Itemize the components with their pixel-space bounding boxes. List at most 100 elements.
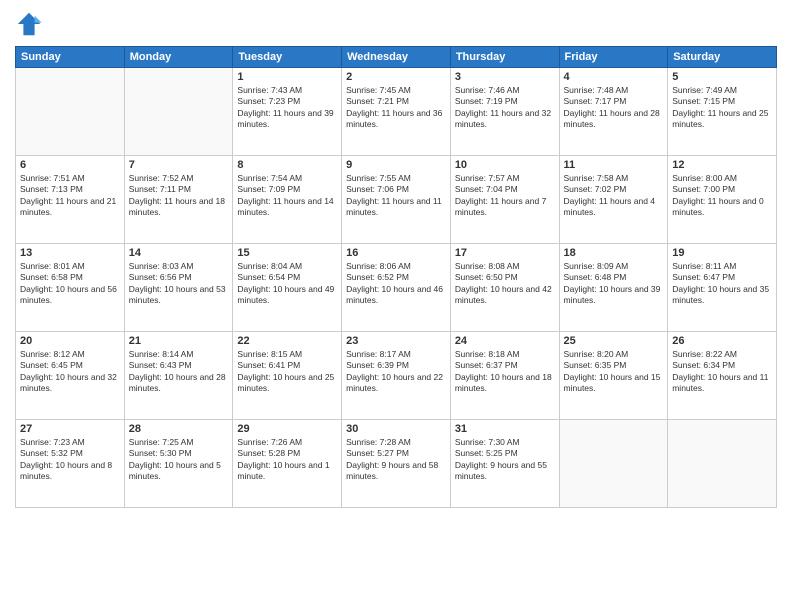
day-info: Sunrise: 7:26 AM Sunset: 5:28 PM Dayligh… [237, 437, 337, 483]
day-info: Sunrise: 8:06 AM Sunset: 6:52 PM Dayligh… [346, 261, 446, 307]
calendar-cell: 16 Sunrise: 8:06 AM Sunset: 6:52 PM Dayli… [342, 244, 451, 332]
calendar-week-row: 1 Sunrise: 7:43 AM Sunset: 7:23 PM Daylig… [16, 68, 777, 156]
day-number: 9 [346, 159, 446, 171]
day-number: 12 [672, 159, 772, 171]
calendar-cell: 20Sunrise: 8:12 AM Sunset: 6:45 PM Dayli… [16, 332, 125, 420]
day-number: 5 [672, 71, 772, 83]
calendar-day-header: Saturday [668, 47, 777, 68]
calendar-cell: 17 Sunrise: 8:08 AM Sunset: 6:50 PM Dayli… [450, 244, 559, 332]
day-number: 26 [672, 335, 772, 347]
calendar-day-header: Monday [124, 47, 233, 68]
day-info: Sunrise: 8:22 AM Sunset: 6:34 PM Dayligh… [672, 349, 772, 395]
calendar-cell: 30Sunrise: 7:28 AM Sunset: 5:27 PM Dayli… [342, 420, 451, 508]
calendar-cell: 27Sunrise: 7:23 AM Sunset: 5:32 PM Dayli… [16, 420, 125, 508]
day-number: 8 [237, 159, 337, 171]
calendar-cell: 8 Sunrise: 7:54 AM Sunset: 7:09 PM Daylig… [233, 156, 342, 244]
calendar-day-header: Sunday [16, 47, 125, 68]
day-info: Sunrise: 8:15 AM Sunset: 6:41 PM Dayligh… [237, 349, 337, 395]
day-number: 2 [346, 71, 446, 83]
calendar-cell: 3 Sunrise: 7:46 AM Sunset: 7:19 PM Daylig… [450, 68, 559, 156]
header [15, 10, 777, 38]
day-number: 16 [346, 247, 446, 259]
day-number: 21 [129, 335, 229, 347]
calendar-cell: 6 Sunrise: 7:51 AM Sunset: 7:13 PM Daylig… [16, 156, 125, 244]
calendar-cell [16, 68, 125, 156]
calendar-cell: 22Sunrise: 8:15 AM Sunset: 6:41 PM Dayli… [233, 332, 342, 420]
calendar-cell: 14 Sunrise: 8:03 AM Sunset: 6:56 PM Dayli… [124, 244, 233, 332]
day-number: 25 [564, 335, 664, 347]
day-info: Sunrise: 7:51 AM Sunset: 7:13 PM Dayligh… [20, 173, 120, 219]
day-number: 6 [20, 159, 120, 171]
calendar-cell: 24 Sunrise: 8:18 AM Sunset: 6:37 PM Dayli… [450, 332, 559, 420]
day-info: Sunrise: 8:04 AM Sunset: 6:54 PM Dayligh… [237, 261, 337, 307]
calendar-cell: 2 Sunrise: 7:45 AM Sunset: 7:21 PM Daylig… [342, 68, 451, 156]
day-info: Sunrise: 8:09 AM Sunset: 6:48 PM Dayligh… [564, 261, 664, 307]
calendar-cell: 9 Sunrise: 7:55 AM Sunset: 7:06 PM Daylig… [342, 156, 451, 244]
calendar-week-row: 6 Sunrise: 7:51 AM Sunset: 7:13 PM Daylig… [16, 156, 777, 244]
calendar-cell: 29 Sunrise: 7:26 AM Sunset: 5:28 PM Dayli… [233, 420, 342, 508]
day-info: Sunrise: 7:54 AM Sunset: 7:09 PM Dayligh… [237, 173, 337, 219]
calendar-cell: 19 Sunrise: 8:11 AM Sunset: 6:47 PM Dayli… [668, 244, 777, 332]
day-info: Sunrise: 8:18 AM Sunset: 6:37 PM Dayligh… [455, 349, 555, 395]
day-number: 1 [237, 71, 337, 83]
calendar-day-header: Friday [559, 47, 668, 68]
day-number: 24 [455, 335, 555, 347]
day-info: Sunrise: 8:03 AM Sunset: 6:56 PM Dayligh… [129, 261, 229, 307]
calendar-cell: 28 Sunrise: 7:25 AM Sunset: 5:30 PM Dayli… [124, 420, 233, 508]
calendar-cell: 18 Sunrise: 8:09 AM Sunset: 6:48 PM Dayli… [559, 244, 668, 332]
calendar-cell [668, 420, 777, 508]
calendar-day-header: Wednesday [342, 47, 451, 68]
page: SundayMondayTuesdayWednesdayThursdayFrid… [0, 0, 792, 612]
calendar-cell: 12 Sunrise: 8:00 AM Sunset: 7:00 PM Dayli… [668, 156, 777, 244]
day-number: 13 [20, 247, 120, 259]
day-info: Sunrise: 8:14 AM Sunset: 6:43 PM Dayligh… [129, 349, 229, 395]
day-number: 18 [564, 247, 664, 259]
day-number: 19 [672, 247, 772, 259]
day-number: 27 [20, 423, 120, 435]
calendar-day-header: Thursday [450, 47, 559, 68]
day-info: Sunrise: 7:48 AM Sunset: 7:17 PM Dayligh… [564, 85, 664, 131]
calendar-table: SundayMondayTuesdayWednesdayThursdayFrid… [15, 46, 777, 508]
calendar-cell: 10Sunrise: 7:57 AM Sunset: 7:04 PM Dayli… [450, 156, 559, 244]
day-info: Sunrise: 7:52 AM Sunset: 7:11 PM Dayligh… [129, 173, 229, 219]
day-info: Sunrise: 7:49 AM Sunset: 7:15 PM Dayligh… [672, 85, 772, 131]
day-number: 3 [455, 71, 555, 83]
day-number: 31 [455, 423, 555, 435]
day-info: Sunrise: 8:11 AM Sunset: 6:47 PM Dayligh… [672, 261, 772, 307]
calendar-cell: 23 Sunrise: 8:17 AM Sunset: 6:39 PM Dayli… [342, 332, 451, 420]
day-info: Sunrise: 8:17 AM Sunset: 6:39 PM Dayligh… [346, 349, 446, 395]
day-number: 15 [237, 247, 337, 259]
day-number: 11 [564, 159, 664, 171]
day-info: Sunrise: 7:43 AM Sunset: 7:23 PM Dayligh… [237, 85, 337, 131]
calendar-cell: 1 Sunrise: 7:43 AM Sunset: 7:23 PM Daylig… [233, 68, 342, 156]
day-number: 28 [129, 423, 229, 435]
calendar-cell [124, 68, 233, 156]
day-number: 17 [455, 247, 555, 259]
calendar-cell: 31 Sunrise: 7:30 AM Sunset: 5:25 PM Dayli… [450, 420, 559, 508]
day-info: Sunrise: 7:30 AM Sunset: 5:25 PM Dayligh… [455, 437, 555, 483]
calendar-cell: 21 Sunrise: 8:14 AM Sunset: 6:43 PM Dayli… [124, 332, 233, 420]
day-info: Sunrise: 7:25 AM Sunset: 5:30 PM Dayligh… [129, 437, 229, 483]
calendar-cell [559, 420, 668, 508]
calendar-week-row: 20Sunrise: 8:12 AM Sunset: 6:45 PM Dayli… [16, 332, 777, 420]
calendar-week-row: 13 Sunrise: 8:01 AM Sunset: 6:58 PM Dayli… [16, 244, 777, 332]
day-info: Sunrise: 8:00 AM Sunset: 7:00 PM Dayligh… [672, 173, 772, 219]
day-number: 29 [237, 423, 337, 435]
day-number: 14 [129, 247, 229, 259]
day-info: Sunrise: 7:57 AM Sunset: 7:04 PM Dayligh… [455, 173, 555, 219]
calendar-cell: 13 Sunrise: 8:01 AM Sunset: 6:58 PM Dayli… [16, 244, 125, 332]
day-info: Sunrise: 7:55 AM Sunset: 7:06 PM Dayligh… [346, 173, 446, 219]
calendar-cell: 7Sunrise: 7:52 AM Sunset: 7:11 PM Daylig… [124, 156, 233, 244]
day-number: 23 [346, 335, 446, 347]
day-info: Sunrise: 7:58 AM Sunset: 7:02 PM Dayligh… [564, 173, 664, 219]
day-info: Sunrise: 7:46 AM Sunset: 7:19 PM Dayligh… [455, 85, 555, 131]
calendar-cell: 26 Sunrise: 8:22 AM Sunset: 6:34 PM Dayli… [668, 332, 777, 420]
calendar-week-row: 27Sunrise: 7:23 AM Sunset: 5:32 PM Dayli… [16, 420, 777, 508]
day-number: 30 [346, 423, 446, 435]
day-info: Sunrise: 8:20 AM Sunset: 6:35 PM Dayligh… [564, 349, 664, 395]
day-info: Sunrise: 8:01 AM Sunset: 6:58 PM Dayligh… [20, 261, 120, 307]
day-info: Sunrise: 7:45 AM Sunset: 7:21 PM Dayligh… [346, 85, 446, 131]
day-info: Sunrise: 8:08 AM Sunset: 6:50 PM Dayligh… [455, 261, 555, 307]
calendar-cell: 5 Sunrise: 7:49 AM Sunset: 7:15 PM Daylig… [668, 68, 777, 156]
logo [15, 10, 47, 38]
